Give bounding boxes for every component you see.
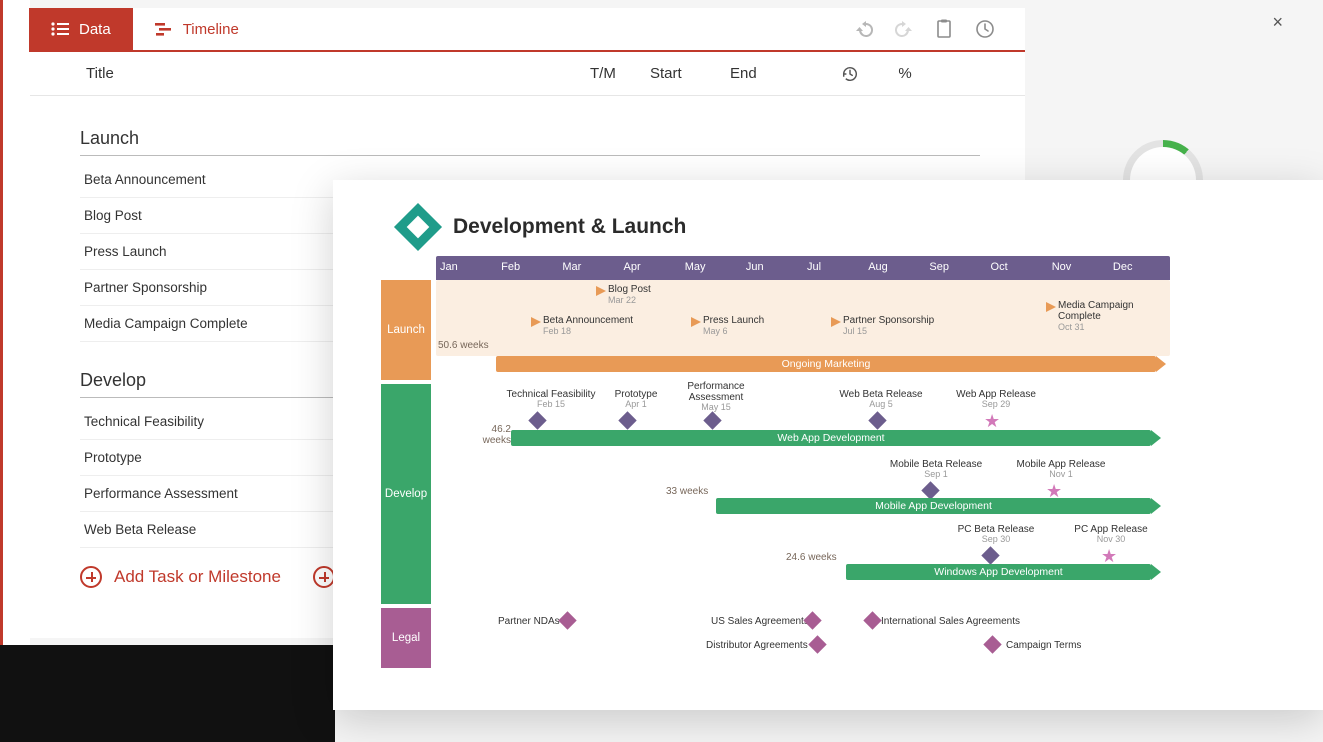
diamond-icon — [558, 611, 576, 629]
col-start: Start — [650, 65, 730, 82]
diamond-icon — [863, 611, 881, 629]
ms-beta: Beta AnnouncementFeb 18 — [531, 315, 633, 337]
band-mobile: Mobile App Development — [716, 498, 1151, 514]
add-secondary-icon[interactable] — [313, 566, 335, 588]
ms-press: Press LaunchMay 6 — [691, 315, 764, 337]
ms-partner: Partner SponsorshipJul 15 — [831, 315, 934, 337]
col-percent: % — [880, 65, 930, 82]
add-icon[interactable] — [80, 566, 102, 588]
column-headers: Title T/M Start End % — [30, 52, 1025, 96]
ms-media: Media Campaign CompleteOct 31 — [1046, 300, 1148, 333]
band-pc: Windows App Development — [846, 564, 1151, 580]
ms-blog: Blog PostMar 22 — [596, 284, 651, 306]
tab-timeline[interactable]: Timeline — [133, 8, 261, 50]
ms-mobbeta: Mobile Beta ReleaseSep 1 — [886, 459, 986, 480]
col-title: Title — [30, 65, 590, 82]
col-tm: T/M — [590, 65, 650, 82]
tab-data-label: Data — [79, 21, 111, 38]
preview-title: Development & Launch — [453, 215, 686, 239]
lane-develop: Develop — [381, 384, 431, 604]
diamond-icon — [528, 411, 546, 429]
legal-dist: Distributor Agreements — [706, 640, 808, 651]
lane-launch: Launch — [381, 280, 431, 380]
list-icon — [51, 22, 69, 36]
diamond-icon — [921, 481, 939, 499]
star-icon: ★ — [984, 412, 1000, 430]
diamond-icon — [981, 546, 999, 564]
undo-icon[interactable] — [855, 20, 873, 38]
star-icon: ★ — [1101, 547, 1117, 565]
ms-mobrel: Mobile App ReleaseNov 1 — [1011, 459, 1111, 480]
ms-proto: PrototypeApr 1 — [601, 389, 671, 410]
ms-webrel: Web App ReleaseSep 29 — [951, 389, 1041, 410]
launch-weeks: 50.6 weeks — [438, 340, 489, 351]
timeline-preview: Development & Launch JanFebMar AprMayJun… — [333, 180, 1323, 710]
diamond-icon — [618, 411, 636, 429]
web-weeks: 46.2 weeks — [471, 424, 511, 446]
tab-data[interactable]: Data — [29, 8, 133, 50]
history-icon[interactable] — [975, 19, 995, 39]
col-end: End — [730, 65, 820, 82]
months-header: JanFebMar AprMayJun JulAugSep OctNovDec — [436, 256, 1170, 280]
pc-weeks: 24.6 weeks — [786, 552, 837, 563]
app-logo-icon — [394, 203, 442, 251]
ms-perf: Performance AssessmentMay 15 — [676, 381, 756, 413]
diamond-icon — [808, 635, 826, 653]
close-icon[interactable]: × — [1272, 12, 1283, 33]
col-history-icon — [820, 65, 880, 83]
group-launch-title: Launch — [80, 128, 980, 156]
band-ongoing-marketing: Ongoing Marketing — [496, 356, 1156, 372]
tab-timeline-label: Timeline — [183, 21, 239, 38]
legal-camp: Campaign Terms — [1006, 640, 1081, 651]
redo-icon[interactable] — [895, 20, 913, 38]
clipboard-icon[interactable] — [935, 19, 953, 39]
legal-intl: International Sales Agreements — [881, 616, 1020, 627]
band-web: Web App Development — [511, 430, 1151, 446]
ms-pcrel: PC App ReleaseNov 30 — [1066, 524, 1156, 545]
legal-nda: Partner NDAs — [498, 616, 560, 627]
add-task-button[interactable]: Add Task or Milestone — [114, 567, 281, 587]
diamond-icon — [983, 635, 1001, 653]
bars-icon — [155, 22, 173, 36]
ms-pcbeta: PC Beta ReleaseSep 30 — [951, 524, 1041, 545]
lane-legal: Legal — [381, 608, 431, 668]
ms-webbeta: Web Beta ReleaseAug 5 — [836, 389, 926, 410]
diamond-icon — [703, 411, 721, 429]
ms-tech: Technical FeasibilityFeb 15 — [506, 389, 596, 410]
legal-us: US Sales Agreements — [711, 616, 809, 627]
diamond-icon — [868, 411, 886, 429]
mobile-weeks: 33 weeks — [666, 486, 708, 497]
